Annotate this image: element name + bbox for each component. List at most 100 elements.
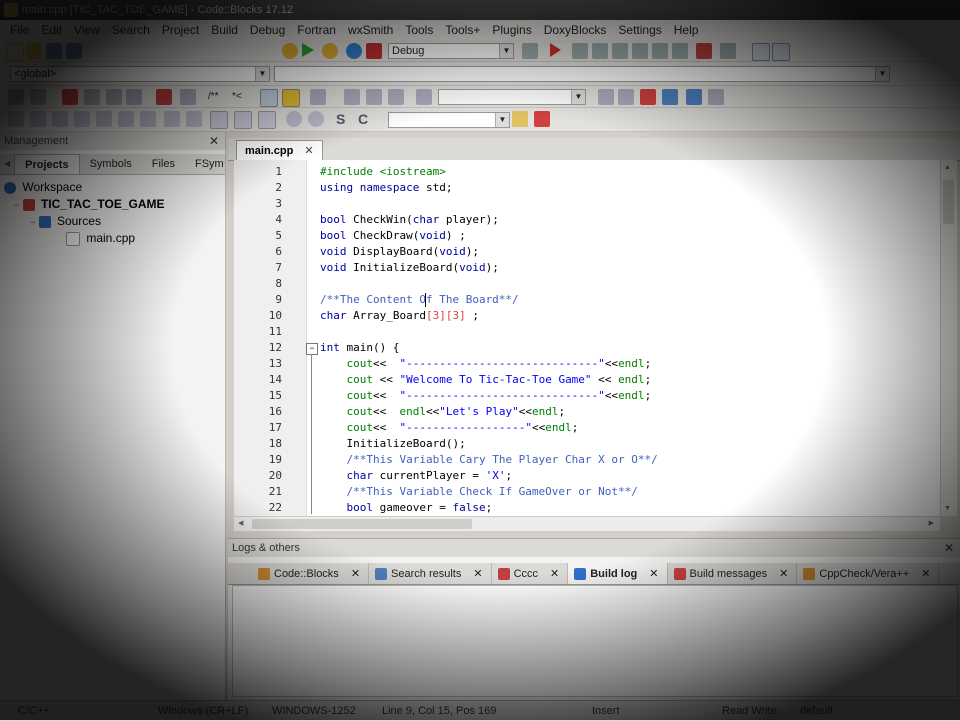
comment-icon[interactable]: /** bbox=[208, 89, 219, 105]
fold-marker-icon[interactable]: − bbox=[306, 343, 318, 355]
tab-files[interactable]: Files bbox=[142, 154, 185, 174]
select-icon[interactable]: S bbox=[336, 111, 352, 127]
horizontal-scroll-thumb[interactable] bbox=[252, 519, 472, 529]
bookmark-icon[interactable] bbox=[62, 89, 78, 105]
find-prev-icon[interactable] bbox=[598, 89, 614, 105]
layout-icon[interactable] bbox=[8, 111, 24, 127]
menu-tools[interactable]: Tools bbox=[399, 20, 439, 40]
save-icon[interactable] bbox=[46, 43, 62, 59]
search-combo[interactable]: ▼ bbox=[438, 89, 586, 105]
code-line[interactable]: bool gameover = false; bbox=[320, 500, 493, 516]
code-line[interactable]: char Array_Board[3][3] ; bbox=[320, 308, 479, 324]
code-line[interactable]: bool CheckDraw(void) ; bbox=[320, 228, 466, 244]
layout-icon[interactable] bbox=[30, 111, 46, 127]
code-line[interactable]: cout<< "-----------------------------"<<… bbox=[320, 388, 652, 404]
layout-icon[interactable] bbox=[118, 111, 134, 127]
tree-workspace[interactable]: Workspace bbox=[4, 179, 221, 196]
tree-project[interactable]: − TIC_TAC_TOE_GAME bbox=[4, 196, 221, 213]
menu-file[interactable]: File bbox=[4, 20, 35, 40]
doxywizard-icon[interactable] bbox=[260, 89, 278, 107]
menu-plugins[interactable]: Plugins bbox=[486, 20, 537, 40]
menu-build[interactable]: Build bbox=[205, 20, 244, 40]
close-tab-icon[interactable]: ✕ bbox=[550, 568, 559, 580]
rebuild-icon[interactable] bbox=[346, 43, 362, 59]
menu-debug[interactable]: Debug bbox=[244, 20, 291, 40]
scroll-left-icon[interactable]: ◀ bbox=[238, 517, 243, 531]
menu-search[interactable]: Search bbox=[106, 20, 156, 40]
step-out-icon[interactable] bbox=[632, 43, 648, 59]
match-case-icon[interactable] bbox=[686, 89, 702, 105]
close-tab-icon[interactable]: ✕ bbox=[473, 568, 482, 580]
layout-icon[interactable] bbox=[258, 111, 276, 129]
layout-icon[interactable] bbox=[234, 111, 252, 129]
debug-continue-icon[interactable] bbox=[550, 43, 561, 57]
close-icon[interactable]: ✕ bbox=[209, 132, 219, 150]
log-tab-build-messages[interactable]: Build messages ✕ bbox=[668, 563, 798, 584]
thread-search-combo[interactable]: ▼ bbox=[388, 112, 510, 128]
collapse-icon[interactable]: − bbox=[14, 200, 19, 210]
menu-edit[interactable]: Edit bbox=[35, 20, 68, 40]
code-line[interactable]: /**The Content Of The Board**/ bbox=[320, 292, 519, 308]
build-target-select[interactable]: Debug ▼ bbox=[388, 43, 514, 59]
zoom-in-icon[interactable] bbox=[286, 111, 302, 127]
options-wrench-icon[interactable] bbox=[534, 111, 550, 127]
code-line[interactable]: char currentPlayer = 'X'; bbox=[320, 468, 513, 484]
log-tab-cppcheck-vera-[interactable]: CppCheck/Vera++ ✕ bbox=[797, 563, 940, 584]
run-icon[interactable] bbox=[302, 43, 314, 57]
layout-icon[interactable] bbox=[52, 111, 68, 127]
scroll-up-icon[interactable]: ▲ bbox=[944, 164, 951, 171]
more-options-icon[interactable] bbox=[708, 89, 724, 105]
close-tab-icon[interactable]: ✕ bbox=[779, 568, 788, 580]
layout-icon[interactable] bbox=[96, 111, 112, 127]
editor-horizontal-scrollbar[interactable]: ◀ ▶ bbox=[234, 516, 940, 531]
code-line[interactable]: using namespace std; bbox=[320, 180, 452, 196]
window-icon[interactable] bbox=[772, 43, 790, 61]
tab-scroll-left-icon[interactable]: ◀ bbox=[4, 154, 14, 174]
collapse-icon[interactable]: − bbox=[30, 217, 35, 227]
log-tab-build-log[interactable]: Build log ✕ bbox=[568, 563, 668, 584]
step-instruction-icon[interactable] bbox=[672, 43, 688, 59]
jump-dot-icon[interactable] bbox=[366, 89, 382, 105]
uncomment-icon[interactable]: *< bbox=[232, 89, 242, 105]
layout-icon[interactable] bbox=[140, 111, 156, 127]
tree-folder-sources[interactable]: − Sources bbox=[4, 213, 221, 230]
bookmark-clear-icon[interactable] bbox=[126, 89, 142, 105]
tab-fsymbols[interactable]: FSym bbox=[185, 154, 234, 174]
log-tab-code-blocks[interactable]: Code::Blocks ✕ bbox=[252, 563, 370, 584]
tree-file-main[interactable]: main.cpp bbox=[4, 230, 221, 247]
new-file-icon[interactable] bbox=[6, 43, 24, 61]
layout-icon[interactable] bbox=[186, 111, 202, 127]
toggle-breakpoint-icon[interactable] bbox=[156, 89, 172, 105]
menu-project[interactable]: Project bbox=[156, 20, 205, 40]
bookmark-prev-icon[interactable] bbox=[84, 89, 100, 105]
bookmark-next-icon[interactable] bbox=[106, 89, 122, 105]
menu-tools-[interactable]: Tools+ bbox=[439, 20, 486, 40]
function-select[interactable]: ▼ bbox=[274, 66, 890, 82]
code-line[interactable]: /**This Variable Check If GameOver or No… bbox=[320, 484, 638, 500]
menu-doxyblocks[interactable]: DoxyBlocks bbox=[538, 20, 613, 40]
jump-back-icon[interactable] bbox=[344, 89, 360, 105]
zoom-out-icon[interactable] bbox=[308, 111, 324, 127]
build-and-run-icon[interactable] bbox=[322, 43, 338, 59]
scope-select[interactable]: <global> ▼ bbox=[10, 66, 270, 82]
layout-icon[interactable] bbox=[164, 111, 180, 127]
layout-icon[interactable] bbox=[210, 111, 228, 129]
code-line[interactable]: cout << "Welcome To Tic-Tac-Toe Game" <<… bbox=[320, 372, 652, 388]
stop-debug-icon[interactable] bbox=[696, 43, 712, 59]
info-icon[interactable] bbox=[752, 43, 770, 61]
wrench-icon[interactable] bbox=[310, 89, 326, 105]
code-line[interactable]: cout<< "-----------------------------"<<… bbox=[320, 356, 652, 372]
search-icon[interactable] bbox=[512, 111, 528, 127]
close-tab-icon[interactable]: ✕ bbox=[649, 568, 658, 580]
vertical-scroll-thumb[interactable] bbox=[943, 180, 954, 224]
close-icon[interactable]: ✕ bbox=[944, 539, 954, 557]
abort-icon[interactable] bbox=[366, 43, 382, 59]
regex-icon[interactable] bbox=[662, 89, 678, 105]
undo-icon[interactable] bbox=[8, 89, 24, 105]
code-line[interactable]: void InitializeBoard(void); bbox=[320, 260, 499, 276]
code-line[interactable]: /**This Variable Cary The Player Char X … bbox=[320, 452, 658, 468]
extract-icon[interactable] bbox=[282, 89, 300, 107]
code-line[interactable]: #include <iostream> bbox=[320, 164, 446, 180]
match-brace-icon[interactable] bbox=[180, 89, 196, 105]
code-line[interactable]: InitializeBoard(); bbox=[320, 436, 465, 452]
